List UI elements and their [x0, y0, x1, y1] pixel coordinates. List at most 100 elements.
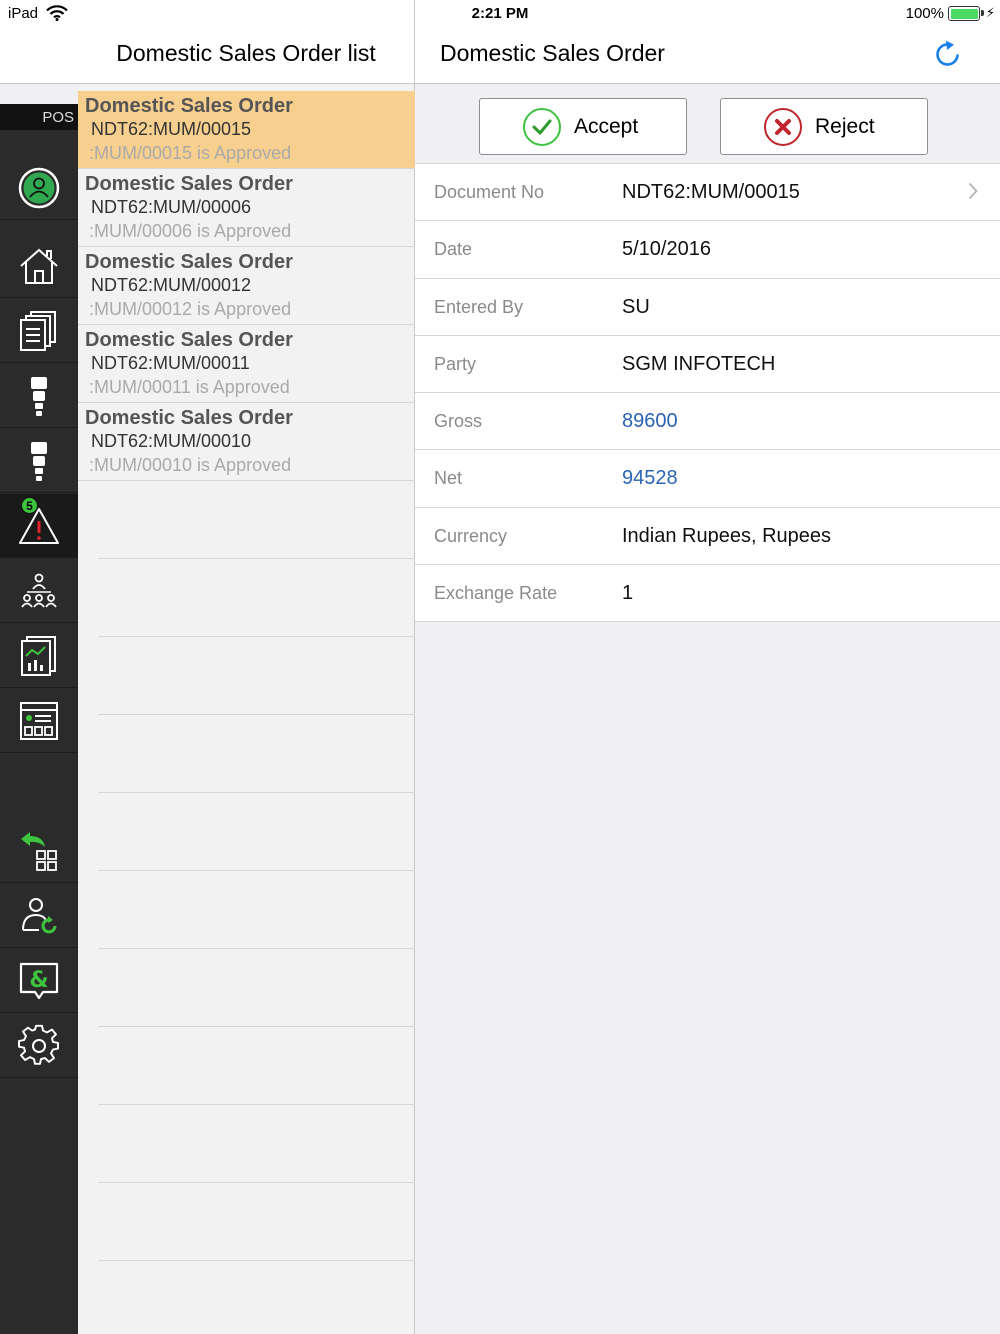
- empty-row: [98, 793, 415, 871]
- field-date: Date 5/10/2016: [415, 221, 1000, 279]
- gear-icon: [18, 1024, 59, 1065]
- field-value: Indian Rupees, Rupees: [622, 524, 832, 547]
- field-exchange-rate: Exchange Rate 1: [415, 565, 1000, 623]
- dashboard-icon: [20, 701, 58, 740]
- rail-item-back-apps[interactable]: [0, 819, 78, 883]
- empty-row: [98, 1105, 415, 1183]
- svg-text:&: &: [29, 968, 48, 993]
- field-value: SU: [622, 295, 650, 318]
- field-value-link[interactable]: 94528: [622, 467, 678, 490]
- rail-item-home[interactable]: [0, 234, 78, 298]
- list-item-title: Domestic Sales Order: [85, 407, 293, 429]
- list-item-status: :MUM/00015 is Approved: [89, 143, 292, 163]
- list-item-doc: NDT62:MUM/00006: [91, 197, 252, 217]
- empty-row: [98, 1183, 415, 1261]
- list-item-title: Domestic Sales Order: [85, 95, 293, 117]
- field-value-link[interactable]: 89600: [622, 410, 678, 433]
- action-bar: Accept Reject: [415, 84, 1000, 164]
- empty-row: [98, 1027, 415, 1105]
- empty-row: [98, 1261, 415, 1334]
- accept-label: Accept: [574, 114, 639, 138]
- rail-item-org[interactable]: [0, 559, 78, 623]
- list-item[interactable]: Domestic Sales Order NDT62:MUM/00015 :MU…: [78, 91, 415, 169]
- field-value: 1: [622, 582, 634, 605]
- rail-item-chat[interactable]: &: [0, 949, 78, 1013]
- rail-item-user-refresh[interactable]: [0, 884, 78, 948]
- field-entered-by: Entered By SU: [415, 279, 1000, 336]
- list-item[interactable]: Domestic Sales Order NDT62:MUM/00011 :MU…: [78, 325, 415, 403]
- status-time: 2:21 PM: [471, 5, 529, 22]
- org-chart-icon: [21, 573, 57, 608]
- field-gross[interactable]: Gross 89600: [415, 393, 1000, 451]
- list-item-title: Domestic Sales Order: [85, 329, 293, 351]
- list-item[interactable]: Domestic Sales Order NDT62:MUM/00010 :MU…: [78, 403, 415, 481]
- status-bar: iPad 2:21 PM 100% ⚡: [0, 0, 1000, 28]
- order-list-pane: Domestic Sales Order list Domestic Sales…: [78, 0, 415, 1334]
- field-label: Date: [434, 239, 473, 260]
- list-item-doc: NDT62:MUM/00010: [91, 431, 252, 451]
- field-label: Document No: [434, 182, 545, 202]
- field-value: 5/10/2016: [622, 238, 711, 261]
- rail-item-alerts[interactable]: 5: [0, 494, 78, 558]
- empty-row: [98, 637, 415, 715]
- order-detail-pane: Domestic Sales Order Accept Reject Docum…: [415, 0, 1000, 1334]
- list-item-status: :MUM/00006 is Approved: [89, 221, 292, 241]
- home-icon: [20, 248, 58, 284]
- battery-tip: [981, 10, 984, 16]
- rail-item-settings[interactable]: [0, 1014, 78, 1078]
- field-document-no[interactable]: Document No NDT62:MUM/00015: [415, 164, 1000, 222]
- field-net[interactable]: Net 94528: [415, 450, 1000, 508]
- accept-button[interactable]: Accept: [479, 98, 687, 155]
- rail-item-reports[interactable]: [0, 624, 78, 688]
- list-item-status: :MUM/00011 is Approved: [89, 377, 290, 397]
- chat-icon: &: [19, 962, 59, 999]
- field-value: NDT62:MUM/00015: [622, 181, 800, 203]
- field-label: Entered By: [434, 296, 524, 317]
- flow-icon: [31, 376, 47, 416]
- check-circle-icon: [523, 107, 561, 146]
- report-chart-icon: [21, 635, 56, 676]
- list-title: Domestic Sales Order list: [116, 40, 376, 66]
- documents-icon: [20, 310, 56, 351]
- order-list: Domestic Sales Order NDT62:MUM/00015 :MU…: [78, 91, 415, 1334]
- empty-row: [98, 481, 415, 559]
- field-label: Party: [434, 353, 477, 374]
- list-item-doc: NDT62:MUM/00015: [91, 119, 252, 139]
- alert-badge: 5: [21, 497, 38, 514]
- rail-item-flow-1[interactable]: [0, 364, 78, 428]
- list-item[interactable]: Domestic Sales Order NDT62:MUM/00006 :MU…: [78, 169, 415, 247]
- rail-item-documents[interactable]: [0, 299, 78, 363]
- list-item-status: :MUM/00010 is Approved: [89, 455, 292, 475]
- list-item-doc: NDT62:MUM/00011: [91, 353, 250, 373]
- user-refresh-icon: [22, 897, 57, 933]
- rail-item-flow-2[interactable]: [0, 429, 78, 493]
- side-rail: POS 5 &: [0, 104, 78, 1334]
- user-circle-icon: [18, 167, 60, 208]
- back-to-apps-icon: [21, 831, 57, 871]
- list-item[interactable]: Domestic Sales Order NDT62:MUM/00012 :MU…: [78, 247, 415, 325]
- rail-item-dashboard[interactable]: [0, 689, 78, 753]
- field-currency: Currency Indian Rupees, Rupees: [415, 508, 1000, 566]
- field-label: Exchange Rate: [434, 583, 558, 604]
- list-item-title: Domestic Sales Order: [85, 251, 293, 273]
- field-label: Currency: [434, 525, 508, 546]
- detail-fields: Document No NDT62:MUM/00015 Date 5/10/20…: [415, 163, 1000, 623]
- list-item-title: Domestic Sales Order: [85, 173, 293, 195]
- field-party: Party SGM INFOTECH: [415, 336, 1000, 394]
- battery-percent: 100%: [905, 5, 944, 22]
- reject-button[interactable]: Reject: [720, 98, 928, 155]
- charging-icon: ⚡: [985, 5, 995, 20]
- list-item-doc: NDT62:MUM/00012: [91, 275, 252, 295]
- list-item-status: :MUM/00012 is Approved: [89, 299, 292, 319]
- empty-row: [98, 715, 415, 793]
- field-value: SGM INFOTECH: [622, 352, 776, 375]
- rail-item-profile[interactable]: [0, 156, 78, 220]
- detail-title: Domestic Sales Order: [440, 40, 665, 66]
- x-circle-icon: [764, 107, 802, 146]
- battery-icon: [948, 6, 980, 21]
- empty-row: [98, 949, 415, 1027]
- field-label: Gross: [434, 411, 483, 432]
- flow-icon: [31, 441, 47, 481]
- refresh-icon[interactable]: [934, 40, 962, 68]
- empty-row: [98, 871, 415, 949]
